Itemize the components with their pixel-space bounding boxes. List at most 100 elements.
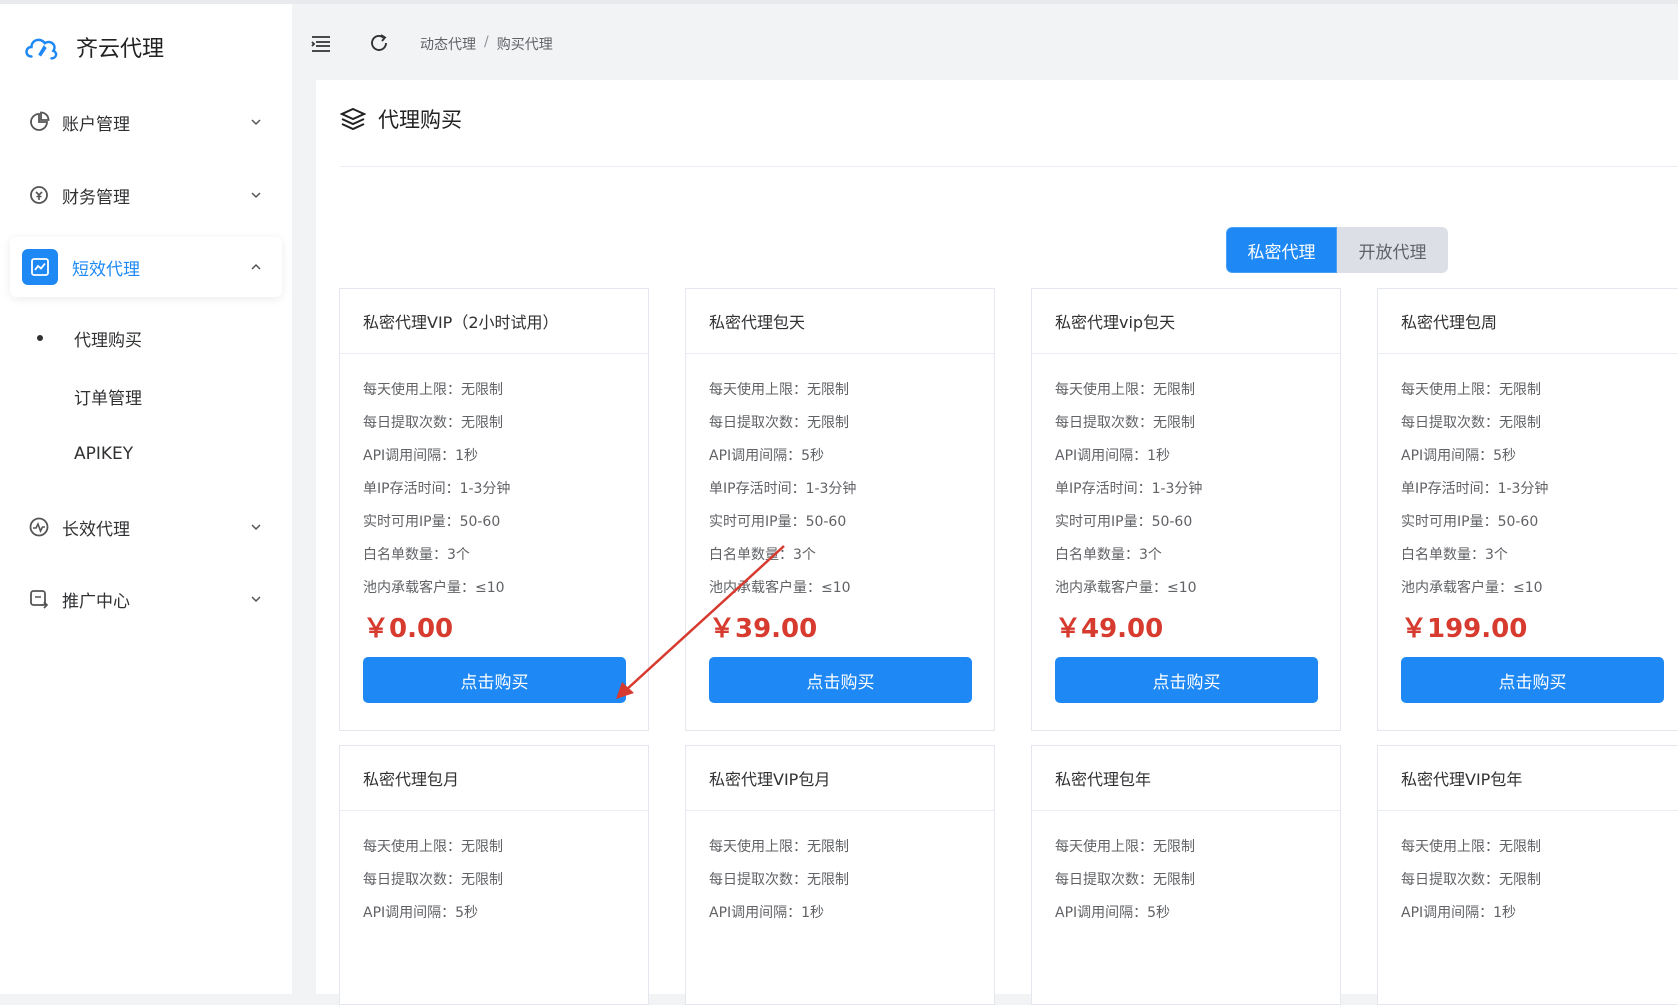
feature-line: API调用间隔：1秒 (1055, 448, 1171, 464)
card-title: 私密代理vip包天 (1032, 289, 1340, 354)
cloud-rocket-icon (25, 38, 58, 60)
sidebar-item-promotion[interactable]: 推广中心 (10, 569, 282, 629)
top-header: 动态代理 / 购买代理 (292, 4, 1678, 80)
product-card: 私密代理包年 每天使用上限：无限制 每日提取次数：无限制 API调用间隔：5秒 (1031, 745, 1341, 1005)
price: ￥49.00 (1055, 614, 1164, 644)
open-proxy-button[interactable]: 开放代理 (1337, 227, 1448, 273)
breadcrumb-separator: / (484, 34, 489, 50)
private-proxy-button[interactable]: 私密代理 (1226, 227, 1337, 273)
chevron-down-icon (251, 192, 261, 199)
breadcrumb-item-buy-proxy: 购买代理 (496, 37, 553, 53)
logo[interactable]: 齐云代理 (22, 28, 164, 66)
product-card: 私密代理VIP（2小时试用） 每天使用上限：无限制 每日提取次数：无限制 API… (339, 288, 649, 731)
feature-line: 每日提取次数：无限制 (363, 415, 503, 431)
app-name: 齐云代理 (76, 37, 165, 62)
feature-line: 池内承载客户量：≤10 (363, 580, 505, 596)
feature-line: API调用间隔：5秒 (1055, 905, 1171, 921)
feature-line: 白名单数量：3个 (363, 547, 470, 563)
feature-line: 单IP存活时间：1-3分钟 (363, 481, 511, 497)
feature-line: 白名单数量：3个 (1055, 547, 1162, 563)
feature-line: 单IP存活时间：1-3分钟 (1055, 481, 1203, 497)
sidebar-subitem-apikey[interactable]: APIKEY (0, 434, 292, 474)
sidebar-subitem-label: 代理购买 (74, 330, 142, 351)
feature-line: 每日提取次数：无限制 (1401, 415, 1541, 431)
sidebar-item-label: 账户管理 (62, 114, 130, 135)
feature-line: 实时可用IP量：50-60 (363, 514, 501, 530)
product-card: 私密代理包月 每天使用上限：无限制 每日提取次数：无限制 API调用间隔：5秒 (339, 745, 649, 1005)
layers-icon (340, 107, 366, 131)
sidebar: 齐云代理 账户管理 财务管理 短效代理 代理购买 订单管理 APIKEY 长效代… (0, 4, 292, 994)
card-title: 私密代理包周 (1378, 289, 1678, 354)
feature-line: 实时可用IP量：50-60 (1055, 514, 1193, 530)
finance-icon (30, 186, 48, 204)
feature-line: API调用间隔：1秒 (1401, 905, 1517, 921)
buy-button[interactable]: 点击购买 (709, 657, 972, 703)
sidebar-subitem-label: 订单管理 (74, 388, 142, 409)
chevron-down-icon (251, 119, 261, 126)
feature-line: 每天使用上限：无限制 (1401, 382, 1541, 398)
card-title: 私密代理包年 (1032, 746, 1340, 811)
sidebar-item-label: 短效代理 (72, 259, 140, 280)
divider (340, 166, 1678, 167)
product-card: 私密代理VIP包年 每天使用上限：无限制 每日提取次数：无限制 API调用间隔：… (1377, 745, 1678, 1005)
feature-line: 白名单数量：3个 (709, 547, 816, 563)
card-title: 私密代理VIP包月 (686, 746, 994, 811)
promotion-icon (30, 590, 49, 609)
breadcrumb-item-dynamic-proxy[interactable]: 动态代理 (420, 34, 476, 54)
sidebar-item-label: 推广中心 (62, 591, 130, 612)
refresh-icon[interactable] (368, 32, 390, 54)
feature-line: API调用间隔：5秒 (1401, 448, 1517, 464)
feature-line: 池内承载客户量：≤10 (1401, 580, 1543, 596)
feature-line: API调用间隔：1秒 (709, 905, 825, 921)
main-panel: 代理购买 私密代理 开放代理 私密代理VIP（2小时试用） 每天使用上限：无限制… (316, 80, 1678, 1005)
price: ￥199.00 (1401, 614, 1528, 644)
buy-button[interactable]: 点击购买 (1055, 657, 1318, 703)
card-title: 私密代理VIP（2小时试用） (340, 289, 648, 354)
feature-line: 每日提取次数：无限制 (1055, 415, 1195, 431)
trend-chart-icon (22, 249, 58, 285)
feature-line: 每天使用上限：无限制 (1055, 382, 1195, 398)
product-card: 私密代理vip包天 每天使用上限：无限制 每日提取次数：无限制 API调用间隔：… (1031, 288, 1341, 731)
feature-line: 每日提取次数：无限制 (709, 872, 849, 888)
chevron-down-icon (251, 596, 261, 603)
price: ￥39.00 (709, 614, 818, 644)
breadcrumb: 动态代理 / 购买代理 (420, 34, 553, 54)
buy-button[interactable]: 点击购买 (363, 657, 626, 703)
sidebar-item-account[interactable]: 账户管理 (10, 92, 282, 152)
chevron-down-icon (251, 524, 261, 531)
menu-fold-icon[interactable] (310, 32, 332, 54)
feature-line: 池内承载客户量：≤10 (709, 580, 851, 596)
card-title: 私密代理包天 (686, 289, 994, 354)
sidebar-item-long-proxy[interactable]: 长效代理 (10, 497, 282, 557)
chevron-up-icon (251, 263, 261, 270)
feature-line: 每天使用上限：无限制 (363, 839, 503, 855)
product-card: 私密代理包周 每天使用上限：无限制 每日提取次数：无限制 API调用间隔：5秒 … (1377, 288, 1678, 731)
current-indicator (37, 335, 43, 341)
card-title: 私密代理包月 (340, 746, 648, 811)
product-card: 私密代理VIP包月 每天使用上限：无限制 每日提取次数：无限制 API调用间隔：… (685, 745, 995, 1005)
feature-line: API调用间隔：5秒 (709, 448, 825, 464)
sidebar-item-finance[interactable]: 财务管理 (10, 165, 282, 225)
feature-line: API调用间隔：1秒 (363, 448, 479, 464)
price: ￥0.00 (363, 614, 454, 644)
card-title: 私密代理VIP包年 (1378, 746, 1678, 811)
feature-line: 每天使用上限：无限制 (709, 382, 849, 398)
sidebar-item-short-proxy[interactable]: 短效代理 (10, 237, 282, 297)
product-card: 私密代理包天 每天使用上限：无限制 每日提取次数：无限制 API调用间隔：5秒 … (685, 288, 995, 731)
feature-line: 每天使用上限：无限制 (1401, 839, 1541, 855)
feature-line: 白名单数量：3个 (1401, 547, 1508, 563)
sidebar-subitem-proxy-purchase[interactable]: 代理购买 (0, 318, 292, 358)
feature-line: 池内承载客户量：≤10 (1055, 580, 1197, 596)
page-title: 代理购买 (340, 104, 462, 134)
feature-line: 实时可用IP量：50-60 (1401, 514, 1539, 530)
pie-chart-icon (30, 111, 50, 131)
buy-button[interactable]: 点击购买 (1401, 657, 1664, 703)
sidebar-subitem-orders[interactable]: 订单管理 (0, 376, 292, 416)
feature-line: 每日提取次数：无限制 (363, 872, 503, 888)
feature-line: 实时可用IP量：50-60 (709, 514, 847, 530)
sidebar-item-label: 长效代理 (62, 519, 130, 540)
feature-line: 每天使用上限：无限制 (1055, 839, 1195, 855)
feature-line: 单IP存活时间：1-3分钟 (709, 481, 857, 497)
feature-line: 每日提取次数：无限制 (1055, 872, 1195, 888)
sidebar-item-label: 财务管理 (62, 187, 130, 208)
